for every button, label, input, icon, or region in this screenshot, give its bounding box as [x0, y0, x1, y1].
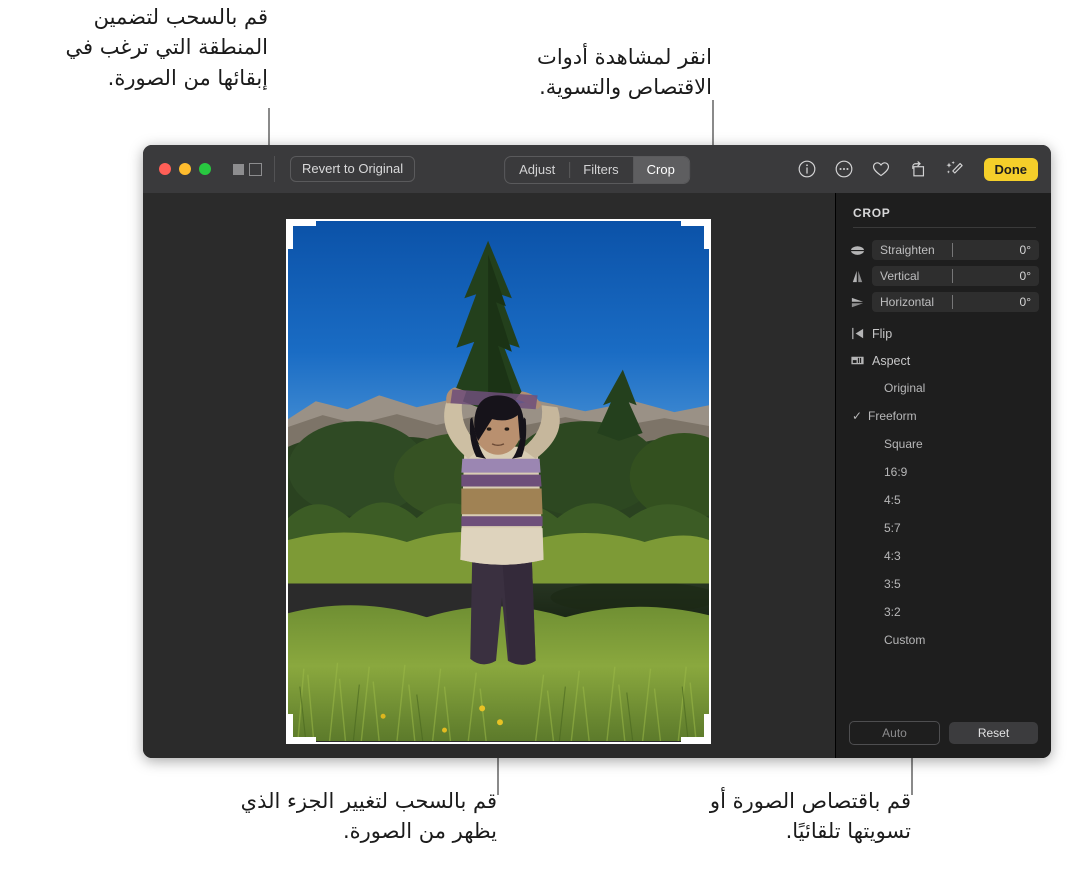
- info-icon[interactable]: [797, 159, 817, 179]
- edit-mode-segmented-control[interactable]: Adjust Filters Crop: [504, 156, 690, 184]
- close-button[interactable]: [159, 163, 171, 175]
- aspect-option-5-7[interactable]: 5:7: [836, 514, 1051, 542]
- sidebar-toggle-icon[interactable]: [233, 163, 244, 175]
- vertical-tick: [952, 269, 954, 283]
- aspect-label-4-5: 4:5: [884, 493, 901, 507]
- photos-edit-window: Revert to Original Adjust Filters Crop D…: [143, 145, 1051, 758]
- flip-label: Flip: [872, 326, 893, 341]
- crop-handle-top-left-v[interactable]: [288, 221, 293, 249]
- crop-selection-box[interactable]: [286, 219, 711, 744]
- aspect-icon: [851, 356, 864, 365]
- window-body: CROP Straighten 0° Vertical 0° Horizonta…: [143, 193, 1051, 758]
- aspect-label-16-9: 16:9: [884, 465, 908, 479]
- magic-wand-icon[interactable]: [945, 159, 965, 179]
- view-mode-toggle[interactable]: [233, 162, 262, 176]
- aspect-label-original: Original: [884, 381, 926, 395]
- rotate-icon[interactable]: [908, 159, 928, 179]
- photo-image: [288, 221, 709, 742]
- horizontal-tick: [952, 295, 954, 309]
- horizontal-slider[interactable]: Horizontal 0°: [872, 292, 1039, 312]
- aspect-label-4-3: 4:3: [884, 549, 901, 563]
- aspect-label-3-2: 3:2: [884, 605, 901, 619]
- aspect-option-16-9[interactable]: 16:9: [836, 458, 1051, 486]
- slider-row-straighten[interactable]: Straighten 0°: [836, 240, 1051, 260]
- titlebar-tools: Done: [797, 145, 1038, 193]
- titlebar-left-group: Revert to Original: [143, 145, 416, 193]
- aspect-label-3-5: 3:5: [884, 577, 901, 591]
- horizontal-label: Horizontal: [880, 295, 935, 309]
- straighten-slider[interactable]: Straighten 0°: [872, 240, 1039, 260]
- aspect-option-3-2[interactable]: 3:2: [836, 598, 1051, 626]
- vertical-slider[interactable]: Vertical 0°: [872, 266, 1039, 286]
- vertical-value: 0°: [1019, 269, 1031, 283]
- menu-row-aspect[interactable]: Aspect: [836, 347, 1051, 374]
- aspect-label-freeform: Freeform: [868, 409, 917, 423]
- tab-crop[interactable]: Crop: [632, 157, 689, 183]
- menu-row-flip[interactable]: Flip: [836, 320, 1051, 347]
- zoom-button[interactable]: [199, 163, 211, 175]
- fullscreen-view-icon[interactable]: [249, 162, 262, 176]
- panel-divider: [853, 227, 1036, 228]
- window-controls: [143, 163, 211, 175]
- crop-handle-bottom-left-v[interactable]: [288, 714, 293, 742]
- vertical-label: Vertical: [880, 269, 920, 283]
- aspect-option-freeform[interactable]: ✓ Freeform: [836, 402, 1051, 430]
- slider-row-horizontal[interactable]: Horizontal 0°: [836, 292, 1051, 312]
- straighten-value: 0°: [1019, 243, 1031, 257]
- aspect-option-3-5[interactable]: 3:5: [836, 570, 1051, 598]
- heart-icon[interactable]: [871, 159, 891, 179]
- aspect-option-4-3[interactable]: 4:3: [836, 542, 1051, 570]
- window-titlebar: Revert to Original Adjust Filters Crop D…: [143, 145, 1051, 193]
- aspect-label-5-7: 5:7: [884, 521, 901, 535]
- minimize-button[interactable]: [179, 163, 191, 175]
- vertical-icon: [852, 270, 863, 282]
- auto-button[interactable]: Auto: [849, 721, 940, 745]
- tab-adjust[interactable]: Adjust: [505, 157, 569, 183]
- aspect-label: Aspect: [872, 353, 911, 368]
- panel-title: CROP: [853, 206, 891, 220]
- tab-filters[interactable]: Filters: [569, 157, 632, 183]
- aspect-option-square[interactable]: Square: [836, 430, 1051, 458]
- aspect-option-original[interactable]: Original: [836, 374, 1051, 402]
- callout-auto-crop-straighten: قم باقتصاص الصورة أو تسويتها تلقائيًا.: [709, 789, 911, 844]
- aspect-label-custom: Custom: [884, 633, 926, 647]
- aspect-option-4-5[interactable]: 4:5: [836, 486, 1051, 514]
- straighten-icon: [850, 245, 865, 255]
- horizontal-icon: [851, 297, 864, 307]
- crop-inspector-panel: CROP Straighten 0° Vertical 0° Horizonta…: [835, 193, 1051, 758]
- screenshot-stage: قم بالسحب لتضمين المنطقة التي ترغب في إب…: [0, 0, 1075, 870]
- titlebar-divider: [274, 156, 275, 182]
- reset-button[interactable]: Reset: [949, 722, 1038, 744]
- straighten-tick: [952, 243, 954, 257]
- revert-to-original-button[interactable]: Revert to Original: [290, 156, 416, 182]
- flip-icon: [852, 327, 864, 340]
- aspect-label-square: Square: [884, 437, 923, 451]
- crop-handle-top-right-v[interactable]: [704, 221, 709, 249]
- crop-handle-bottom-right-v[interactable]: [704, 714, 709, 742]
- callout-crop-tools-click: انقر لمشاهدة أدوات الاقتصاص والتسوية.: [537, 45, 712, 100]
- inspector-footer: Auto Reset: [836, 721, 1051, 745]
- callout-crop-drag-region: قم بالسحب لتضمين المنطقة التي ترغب في إب…: [65, 5, 269, 90]
- horizontal-value: 0°: [1019, 295, 1031, 309]
- aspect-option-custom[interactable]: Custom: [836, 626, 1051, 654]
- callout-drag-visible-part: قم بالسحب لتغيير الجزء الذي يظهر من الصو…: [240, 789, 497, 844]
- more-options-icon[interactable]: [834, 159, 854, 179]
- straighten-label: Straighten: [880, 243, 935, 257]
- aspect-check-freeform: ✓: [852, 409, 863, 423]
- slider-row-vertical[interactable]: Vertical 0°: [836, 266, 1051, 286]
- done-button[interactable]: Done: [983, 157, 1038, 181]
- photo-canvas[interactable]: [143, 193, 835, 758]
